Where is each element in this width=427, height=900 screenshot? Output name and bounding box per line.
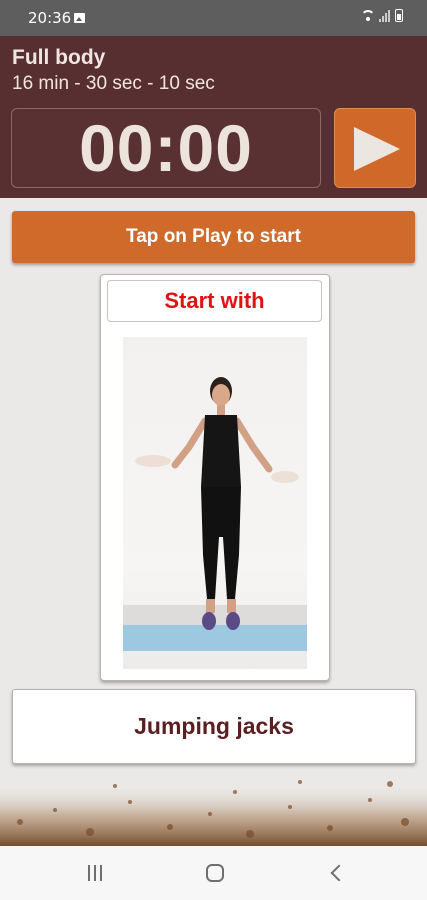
workout-header: Full body 16 min - 30 sec - 10 sec 00:00 (0, 36, 427, 198)
start-with-label: Start with (107, 280, 322, 322)
play-button[interactable] (334, 108, 416, 188)
workout-title: Full body (12, 46, 106, 69)
signal-icon (379, 9, 391, 22)
image-notification-icon (74, 13, 85, 23)
exercise-image (123, 337, 307, 669)
back-icon[interactable] (330, 865, 342, 881)
recent-apps-icon[interactable] (88, 865, 106, 881)
status-time: 20:36 (28, 9, 72, 27)
ground-texture (0, 780, 427, 846)
battery-icon (395, 9, 403, 22)
timer-text: 00:00 (79, 111, 253, 185)
workout-subtitle: 16 min - 30 sec - 10 sec (12, 73, 215, 94)
status-bar: 20:36 (0, 0, 427, 36)
exercise-figure (135, 377, 299, 630)
start-instruction-text: Tap on Play to start (126, 226, 301, 247)
start-instruction-banner[interactable]: Tap on Play to start (12, 211, 415, 263)
status-icons (361, 9, 403, 22)
exercise-name: Jumping jacks (12, 689, 416, 764)
wifi-icon (361, 9, 375, 22)
home-icon[interactable] (206, 864, 224, 882)
navigation-bar (0, 846, 427, 900)
timer-display: 00:00 (11, 108, 321, 188)
exercise-card: Start with (100, 274, 330, 681)
